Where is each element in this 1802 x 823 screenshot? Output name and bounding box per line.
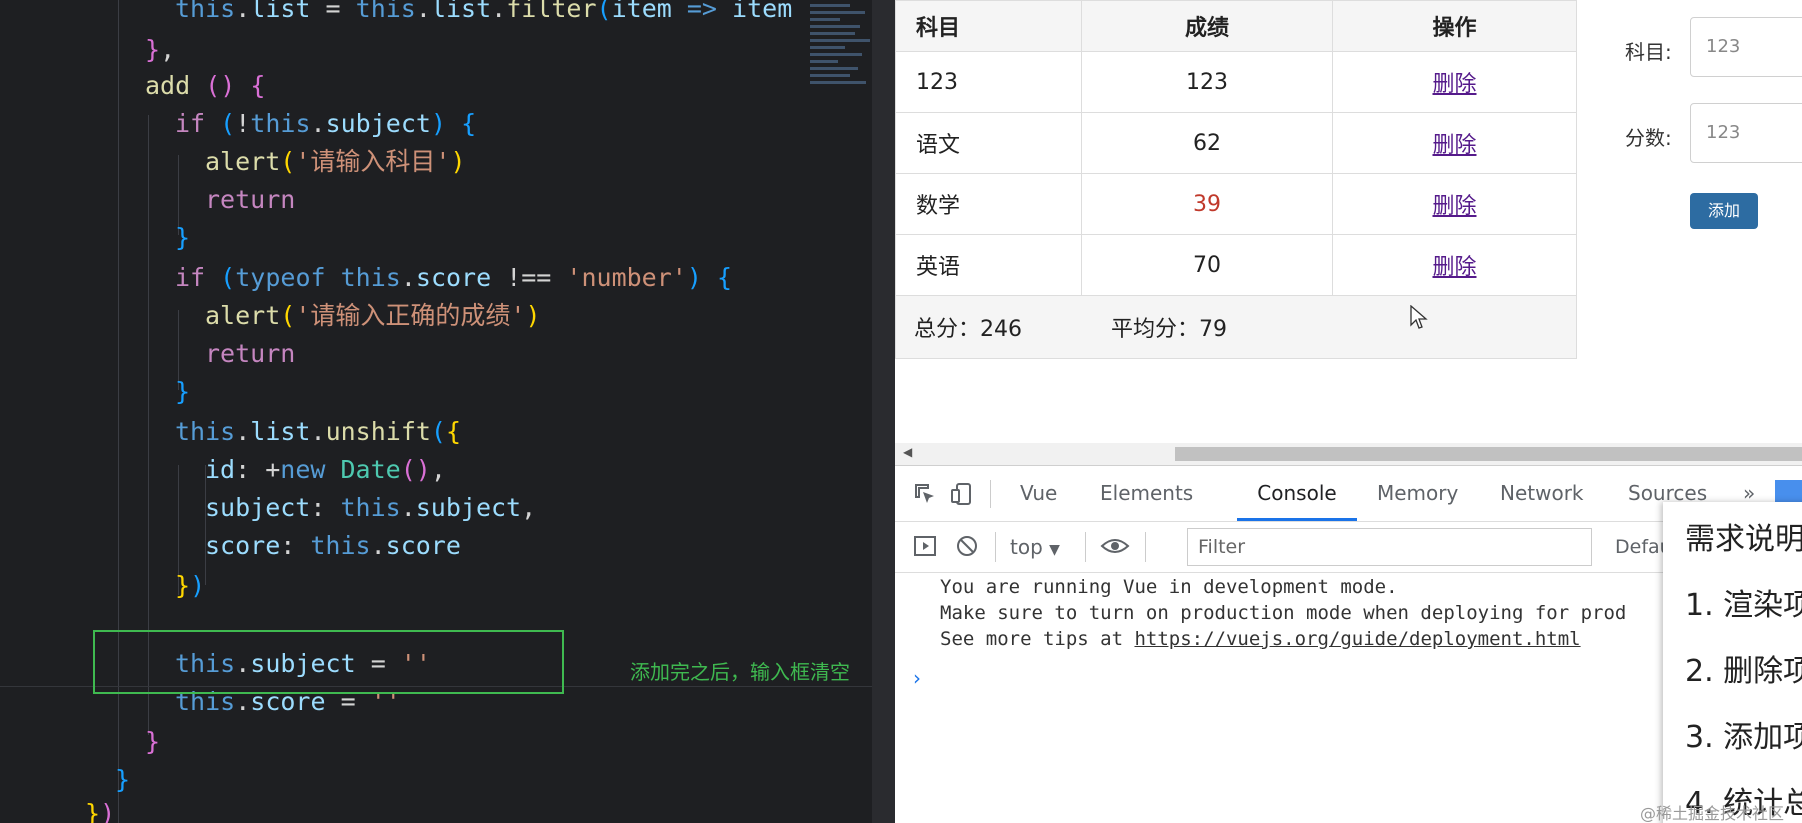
summary-row: 总分：246 平均分：79 <box>895 295 1577 359</box>
watermark: @稀土掘金技术社区 <box>1640 804 1785 823</box>
code-line[interactable]: return <box>205 335 295 373</box>
annotation-text: 添加完之后，输入框清空 <box>630 660 850 684</box>
tab-console[interactable]: Console <box>1237 466 1357 521</box>
code-line[interactable]: }, <box>145 31 175 69</box>
code-editor[interactable]: this.list = this.list.filter(item => ite… <box>0 0 895 823</box>
add-form: 科目: 123 分数: 123 添加 <box>1625 0 1802 260</box>
requirements-title: 需求说明 <box>1685 522 1802 557</box>
code-line[interactable]: return <box>205 181 295 219</box>
code-line[interactable]: if (typeof this.score !== 'number') { <box>175 259 732 297</box>
table-row: 英语 70 删除 <box>895 234 1577 296</box>
requirement-item: 3. 添加项 <box>1685 720 1802 755</box>
table-row: 语文 62 删除 <box>895 112 1577 174</box>
highlight-box <box>93 630 564 694</box>
code-line[interactable]: id: +new Date(), <box>205 451 446 489</box>
scroll-left-icon[interactable]: ◀ <box>903 445 912 459</box>
code-line[interactable]: } <box>145 723 160 761</box>
requirement-item: 1. 渲染项 <box>1685 588 1802 623</box>
mouse-cursor-icon <box>1410 305 1428 329</box>
table-header-row: 科目 成绩 操作 <box>895 0 1577 52</box>
context-selector[interactable]: top ▼ <box>1010 532 1060 565</box>
delete-link[interactable]: 删除 <box>1432 194 1476 219</box>
average-score: 平均分：79 <box>1111 317 1227 342</box>
horizontal-scrollbar[interactable]: ◀ <box>895 443 1802 465</box>
cell-score: 123 <box>1081 51 1333 113</box>
subject-label: 科目: <box>1625 40 1672 64</box>
tab-network[interactable]: Network <box>1500 466 1584 521</box>
code-line[interactable]: } <box>115 761 130 799</box>
code-line[interactable]: }) <box>175 567 205 605</box>
table-row: 123 123 删除 <box>895 51 1577 113</box>
cell-subject: 语文 <box>895 112 1082 174</box>
device-toolbar-icon[interactable] <box>950 482 974 506</box>
code-line[interactable]: this.list = this.list.filter(item => ite… <box>175 0 792 28</box>
subject-input[interactable]: 123 <box>1690 17 1802 77</box>
code-line[interactable]: }) <box>85 795 115 823</box>
score-table: 科目 成绩 操作 123 123 删除 语文 62 删除 数学 39 删除 英语… <box>895 0 1577 359</box>
console-line: Make sure to turn on production mode whe… <box>940 602 1627 624</box>
code-line[interactable]: add () { <box>145 67 265 105</box>
console-prompt-icon[interactable]: › <box>913 666 921 690</box>
delete-link[interactable]: 删除 <box>1432 72 1476 97</box>
code-line[interactable]: score: this.score <box>205 527 461 565</box>
console-link[interactable]: https://vuejs.org/guide/deployment.html <box>1134 628 1580 650</box>
code-line[interactable]: this.list.unshift({ <box>175 413 461 451</box>
editor-scrollbar[interactable] <box>872 0 895 823</box>
browser-viewport: 科目 成绩 操作 123 123 删除 语文 62 删除 数学 39 删除 英语… <box>895 0 1802 823</box>
header-score: 成绩 <box>1081 0 1333 52</box>
code-line[interactable]: } <box>175 373 190 411</box>
table-row: 数学 39 删除 <box>895 173 1577 235</box>
code-line[interactable]: alert('请输入科目') <box>205 143 466 181</box>
tab-memory[interactable]: Memory <box>1377 466 1458 521</box>
console-line: See more tips at https://vuejs.org/guide… <box>940 626 1626 652</box>
delete-link[interactable]: 删除 <box>1432 255 1476 280</box>
code-line[interactable]: if (!this.subject) { <box>175 105 476 143</box>
delete-link[interactable]: 删除 <box>1432 133 1476 158</box>
context-label: top <box>1010 535 1043 559</box>
cell-score: 70 <box>1081 234 1333 296</box>
score-input[interactable]: 123 <box>1690 103 1802 163</box>
cell-subject: 123 <box>895 51 1082 113</box>
eye-icon[interactable] <box>1100 534 1130 558</box>
dropdown-arrow-icon: ▼ <box>1049 542 1060 558</box>
sidebar-toggle-icon[interactable] <box>913 534 937 558</box>
clear-console-icon[interactable] <box>955 534 979 558</box>
score-label: 分数: <box>1625 126 1672 150</box>
filter-input[interactable]: Filter <box>1187 528 1592 566</box>
inspect-element-icon[interactable] <box>913 482 937 506</box>
cell-score-failing: 39 <box>1081 173 1333 235</box>
indent-guide <box>118 0 119 823</box>
minimap[interactable] <box>810 0 872 140</box>
code-line[interactable]: subject: this.subject, <box>205 489 536 527</box>
cell-score: 62 <box>1081 112 1333 174</box>
console-text: See more tips at <box>940 628 1135 650</box>
console-output: You are running Vue in development mode.… <box>940 574 1626 652</box>
tab-elements[interactable]: Elements <box>1100 466 1193 521</box>
cell-subject: 数学 <box>895 173 1082 235</box>
cell-subject: 英语 <box>895 234 1082 296</box>
scrollbar-thumb[interactable] <box>1175 447 1802 461</box>
requirement-item: 2. 删除项 <box>1685 654 1802 689</box>
add-button[interactable]: 添加 <box>1690 193 1758 229</box>
header-subject: 科目 <box>895 0 1082 52</box>
code-line[interactable]: } <box>175 219 190 257</box>
tab-vue[interactable]: Vue <box>1020 466 1057 521</box>
total-score: 总分：246 <box>914 317 1022 342</box>
code-line[interactable]: alert('请输入正确的成绩') <box>205 297 541 335</box>
console-line: You are running Vue in development mode. <box>940 576 1398 598</box>
header-action: 操作 <box>1332 0 1577 52</box>
requirements-panel: 需求说明 1. 渲染项 2. 删除项 3. 添加项 4. 统计总 <box>1663 502 1802 823</box>
